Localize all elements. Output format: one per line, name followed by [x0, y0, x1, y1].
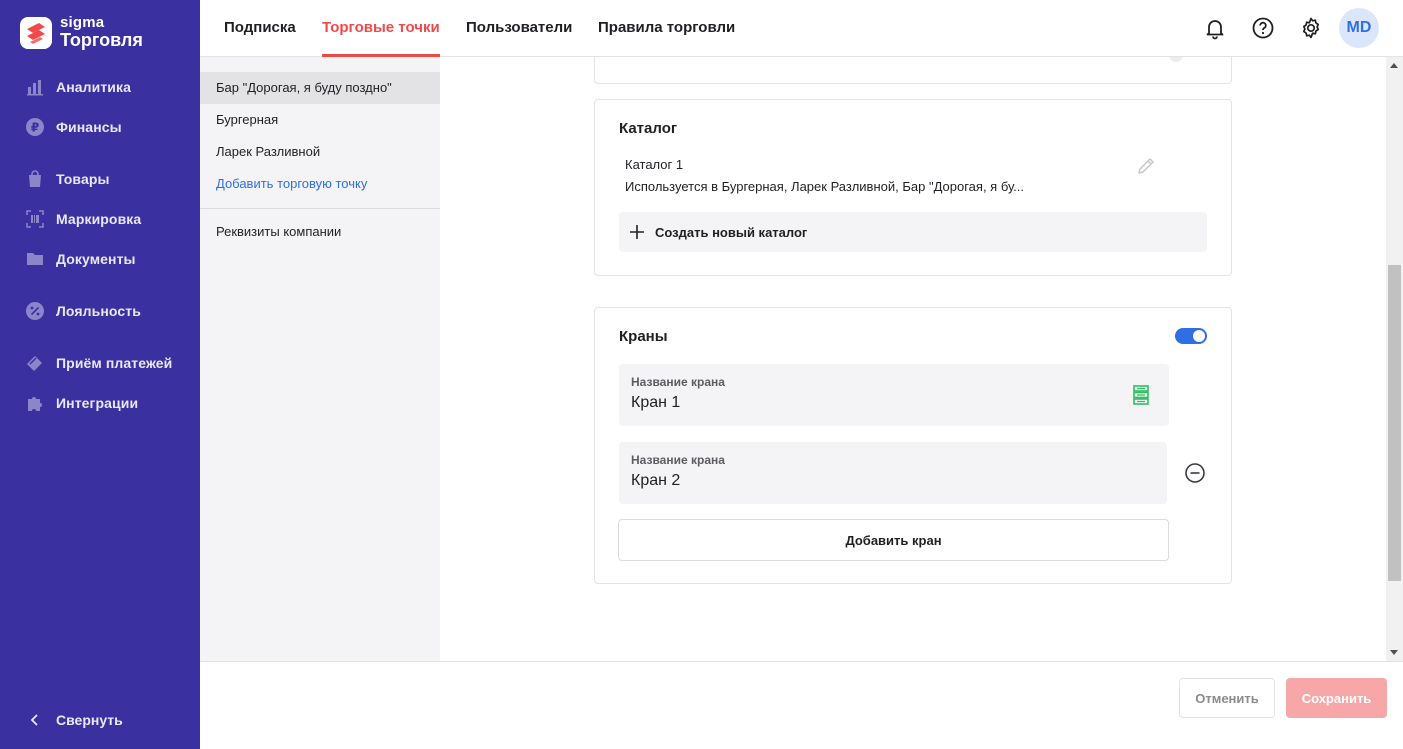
bar-chart-icon [24, 76, 46, 98]
sidebar-item-loyalty[interactable]: Лояльность [24, 299, 141, 323]
field-label: Название крана [631, 375, 725, 389]
sidebar-item-label: Лояльность [56, 303, 141, 319]
barcode-icon [24, 208, 46, 230]
sidebar-item-marking[interactable]: Маркировка [24, 207, 141, 231]
trade-point-item[interactable]: Бар "Дорогая, я буду поздно" [200, 72, 440, 104]
company-details-link[interactable]: Реквизиты компании [200, 216, 440, 248]
scroll-thumb[interactable] [1388, 265, 1401, 581]
chevron-left-icon [24, 709, 46, 731]
taps-title: Краны [619, 328, 668, 345]
scrollbar[interactable] [1386, 57, 1403, 661]
sidebar-item-analytics[interactable]: Аналитика [24, 75, 131, 99]
toggle-knob [1193, 330, 1205, 342]
tab-trade-points[interactable]: Торговые точки [322, 0, 440, 57]
sidebar-item-label: Документы [56, 251, 136, 267]
svg-text:₽: ₽ [31, 121, 39, 135]
catalog-name: Каталог 1 [625, 157, 684, 172]
avatar[interactable]: MD [1339, 8, 1379, 48]
collapse-label: Свернуть [56, 712, 123, 728]
field-label: Название крана [631, 453, 725, 467]
tap-name-field[interactable]: Название крана Кран 2 [619, 442, 1167, 504]
database-icon[interactable] [1130, 384, 1152, 406]
main-content: Каталог Каталог 1 Используется в Бургерн… [440, 57, 1386, 661]
app-logo[interactable]: sigma Торговля [20, 14, 143, 50]
remove-circle-icon[interactable] [1184, 462, 1206, 484]
sidebar-item-documents[interactable]: Документы [24, 247, 136, 271]
add-tap-button[interactable]: Добавить кран [618, 519, 1169, 561]
trade-point-item[interactable]: Бургерная [200, 104, 440, 136]
catalog-card: Каталог Каталог 1 Используется в Бургерн… [594, 99, 1232, 276]
sidebar-item-finance[interactable]: ₽ Финансы [24, 115, 122, 139]
tab-trade-rules[interactable]: Правила торговли [598, 0, 735, 57]
divider [200, 208, 440, 209]
shopping-bag-icon [24, 168, 46, 190]
bell-icon[interactable] [1203, 16, 1227, 40]
sidebar-item-integrations[interactable]: Интеграции [24, 391, 138, 415]
catalog-title: Каталог [619, 120, 678, 137]
folder-icon [24, 248, 46, 270]
card-icon [24, 352, 46, 374]
sidebar-item-label: Аналитика [56, 79, 132, 95]
cancel-button[interactable]: Отменить [1179, 678, 1275, 718]
create-catalog-button[interactable]: Создать новый каталог [619, 212, 1207, 252]
tab-users[interactable]: Пользователи [466, 0, 572, 57]
sidebar-item-label: Маркировка [56, 211, 142, 227]
logo-icon [20, 17, 52, 49]
field-value: Кран 2 [631, 472, 681, 489]
add-trade-point-link[interactable]: Добавить торговую точку [200, 168, 440, 200]
help-icon[interactable] [1251, 16, 1275, 40]
previous-card [594, 57, 1232, 84]
collapse-sidebar-button[interactable]: Свернуть [24, 709, 123, 731]
trade-point-item[interactable]: Ларек Разливной [200, 136, 440, 168]
logo-big-text: Торговля [60, 30, 143, 50]
taps-card: Краны Название крана Кран 1 Название кра… [594, 307, 1232, 584]
trade-points-list: Бар "Дорогая, я буду поздно" Бургерная Л… [200, 57, 440, 661]
scroll-up-icon[interactable] [1390, 63, 1398, 68]
sidebar: sigma Торговля Аналитика ₽ Финансы Товар… [0, 0, 200, 749]
sidebar-item-label: Интеграции [56, 395, 139, 411]
logo-small-text: sigma [60, 14, 105, 31]
sidebar-item-label: Приём платежей [56, 355, 173, 371]
catalog-usage: Используется в Бургерная, Ларек Разливно… [625, 179, 1025, 194]
sidebar-item-label: Товары [56, 171, 110, 187]
plus-icon [629, 224, 645, 240]
create-catalog-label: Создать новый каталог [655, 224, 808, 240]
discount-icon [24, 300, 46, 322]
sidebar-item-label: Финансы [56, 119, 122, 135]
ruble-icon: ₽ [24, 116, 46, 138]
toggle-knob-fragment [1169, 57, 1183, 62]
save-button[interactable]: Сохранить [1286, 678, 1387, 718]
footer-bar: Отменить Сохранить [200, 661, 1403, 749]
tap-name-field[interactable]: Название крана Кран 1 [619, 364, 1169, 426]
scroll-down-icon[interactable] [1390, 650, 1398, 655]
tab-subscription[interactable]: Подписка [224, 0, 296, 57]
sidebar-item-payments[interactable]: Приём платежей [24, 351, 172, 375]
taps-toggle[interactable] [1175, 328, 1207, 344]
gear-icon[interactable] [1299, 16, 1323, 40]
puzzle-icon [24, 392, 46, 414]
sidebar-item-goods[interactable]: Товары [24, 167, 110, 191]
top-bar: Подписка Торговые точки Пользователи Пра… [200, 0, 1403, 57]
field-value: Кран 1 [631, 394, 681, 411]
edit-pencil-icon[interactable] [1135, 155, 1157, 177]
